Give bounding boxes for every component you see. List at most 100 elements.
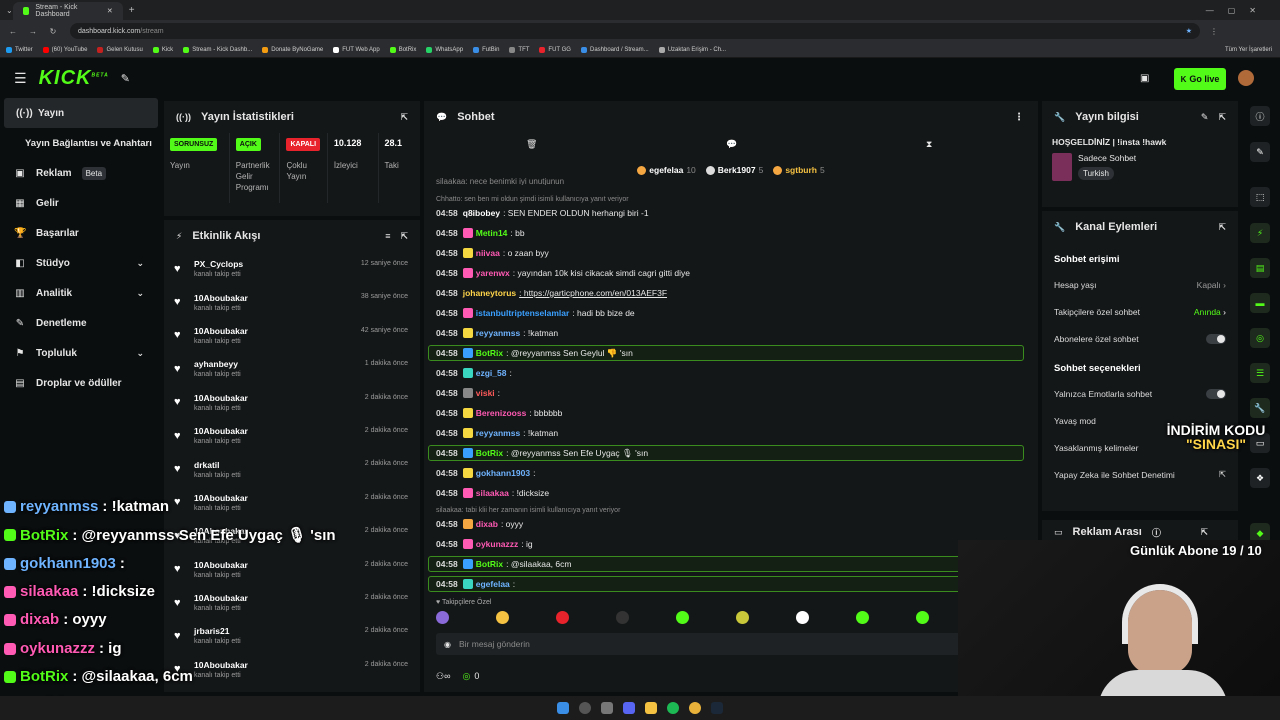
menu-icon[interactable]: ☰: [14, 70, 27, 87]
camera-icon[interactable]: ▣: [1140, 73, 1149, 84]
sidebar-item-4[interactable]: 🏆 Başarılar: [0, 218, 160, 248]
bookmark-item[interactable]: Twitter: [6, 46, 33, 53]
emote-only-toggle[interactable]: [1206, 388, 1226, 399]
all-bookmarks[interactable]: Tüm Yer İşaretleri: [1225, 47, 1272, 53]
bookmark-item[interactable]: FutBin: [473, 46, 499, 53]
chat-message[interactable]: 04:58 BotRix: @reyyanmss Sen Efe Uygaç 🎙 …: [428, 445, 1024, 461]
chat-username[interactable]: reyyanmss: [476, 428, 520, 438]
go-live-button[interactable]: K Go live: [1174, 68, 1226, 90]
chat-username[interactable]: niivaa: [476, 248, 500, 258]
chat-username[interactable]: yarenwx: [476, 268, 510, 278]
emote-icon[interactable]: [616, 611, 629, 624]
chat-message[interactable]: 04:58 silaakaa: !dicksize: [436, 485, 549, 501]
emote-only-row[interactable]: Yalnızca Emotlarla sohbet: [1042, 380, 1238, 407]
chat-username[interactable]: istanbultriptenselamlar: [476, 308, 570, 318]
chat-message[interactable]: 04:58 Metin14: bb: [436, 225, 525, 241]
chat-message[interactable]: 04:58 dixab: oyyy: [436, 516, 523, 532]
bookmark-item[interactable]: Dashboard / Stream...: [580, 46, 649, 53]
chevron-down-icon[interactable]: ⌄: [136, 288, 144, 299]
chat-message[interactable]: 04:58 q8ibobey: SEN ENDER OLDUN herhangi …: [436, 205, 649, 221]
tab-search-icon[interactable]: ⌄: [6, 6, 13, 15]
more-options-icon[interactable]: ⋮: [1014, 112, 1024, 123]
pin-icon[interactable]: ✎: [121, 72, 130, 85]
document-icon[interactable]: ▤: [1250, 258, 1270, 278]
bookmark-item[interactable]: BotRix: [389, 46, 416, 53]
bolt-icon[interactable]: ⚡: [1250, 223, 1270, 243]
top-chatter[interactable]: sgtburh 5: [773, 165, 825, 175]
emote-icon[interactable]: [436, 611, 449, 624]
hourglass-icon[interactable]: ⧗: [926, 139, 932, 150]
subscribers-only-toggle[interactable]: [1206, 333, 1226, 344]
steam-icon[interactable]: [711, 702, 723, 714]
kick-logo[interactable]: KICKBETA: [39, 67, 109, 90]
sidebar-item-9[interactable]: ▤ Droplar ve ödüller: [0, 368, 160, 398]
list-icon[interactable]: ☰: [1250, 363, 1270, 383]
chat-message[interactable]: 04:58 reyyanmss: !katman: [436, 425, 558, 441]
chat-message[interactable]: 04:58 istanbultriptenselamlar: hadi bb bi…: [436, 305, 635, 321]
sidebar-item-1[interactable]: Yayın Bağlantısı ve Anahtarı: [0, 128, 160, 158]
url-field[interactable]: dashboard.kick.com/stream ★: [70, 23, 1200, 39]
popout-icon[interactable]: ⇱: [1200, 527, 1208, 538]
search-icon[interactable]: [579, 702, 591, 714]
chat-message[interactable]: 04:58 egefelaa:: [428, 576, 1024, 592]
chat-message[interactable]: 04:58 gokhann1903:: [436, 465, 535, 481]
chat-icon[interactable]: ▬: [1250, 293, 1270, 313]
emote-icon[interactable]: [736, 611, 749, 624]
bookmark-star-icon[interactable]: ★: [1186, 27, 1192, 35]
chat-message[interactable]: 04:58 reyyanmss: !katman: [436, 325, 558, 341]
chat-message[interactable]: 04:58 johaneytorus: https://garticphone.c…: [436, 285, 667, 301]
folder-icon[interactable]: [645, 702, 657, 714]
chat-message[interactable]: 04:58 oykunazzz: ig: [436, 536, 533, 552]
edit-icon[interactable]: ✎: [1201, 112, 1209, 123]
sidebar-item-8[interactable]: ⚑ Topluluk ⌄: [0, 338, 160, 368]
bookmark-item[interactable]: Gelen Kutusu: [97, 46, 143, 53]
activity-username[interactable]: 10Aboubakar: [194, 293, 248, 303]
emote-icon[interactable]: ❖: [1250, 468, 1270, 488]
top-chatter[interactable]: egefelaa 10: [637, 165, 696, 175]
start-icon[interactable]: [557, 702, 569, 714]
avatar[interactable]: [1238, 70, 1254, 86]
chat-username[interactable]: dixab: [476, 519, 498, 529]
forward-icon[interactable]: →: [26, 27, 40, 36]
category-name[interactable]: Sadece Sohbet: [1078, 153, 1136, 163]
activity-username[interactable]: 10Aboubakar: [194, 560, 248, 570]
bookmark-item[interactable]: Donate ByNoGame: [262, 46, 323, 53]
emote-icon[interactable]: [856, 611, 869, 624]
activity-username[interactable]: jrbaris21: [194, 626, 241, 636]
activity-username[interactable]: drkatil: [194, 460, 241, 470]
chat-message[interactable]: 04:58 ezgi_58:: [436, 365, 512, 381]
chat-username[interactable]: johaneytorus: [463, 288, 516, 298]
info-icon[interactable]: ⓘ: [1250, 106, 1270, 126]
chrome-icon[interactable]: [689, 702, 701, 714]
task-view-icon[interactable]: [601, 702, 613, 714]
back-icon[interactable]: ←: [6, 27, 20, 36]
bookmark-item[interactable]: TFT: [509, 46, 529, 53]
users-icon[interactable]: ⚇∞: [436, 671, 450, 682]
close-tab-icon[interactable]: ✕: [107, 7, 113, 15]
subscribers-only-chat-row[interactable]: Abonelere özel sohbet: [1042, 325, 1238, 352]
popout-icon[interactable]: ⇱: [400, 231, 408, 242]
emote-icon[interactable]: [676, 611, 689, 624]
chat-message[interactable]: 04:58 BotRix: @silaakaa, 6cm: [428, 556, 1024, 572]
filter-icon[interactable]: ≡: [385, 231, 390, 241]
sidebar-item-6[interactable]: ▥ Analitik ⌄: [0, 278, 160, 308]
layers-icon[interactable]: ⬚: [1250, 187, 1270, 207]
activity-username[interactable]: 10Aboubakar: [194, 393, 248, 403]
chat-username[interactable]: BotRix: [476, 559, 503, 569]
chat-username[interactable]: silaakaa: [476, 488, 509, 498]
chevron-down-icon[interactable]: ⌄: [136, 258, 144, 269]
popout-icon[interactable]: ⇱: [1218, 112, 1226, 123]
discord-icon[interactable]: [623, 702, 635, 714]
wrench-icon[interactable]: 🔧: [1250, 398, 1270, 418]
info-icon[interactable]: ⓘ: [1152, 526, 1161, 539]
chevron-down-icon[interactable]: ⌄: [136, 348, 144, 359]
sidebar-item-7[interactable]: ✎ Denetleme: [0, 308, 160, 338]
activity-username[interactable]: 10Aboubakar: [194, 326, 248, 336]
activity-username[interactable]: ayhanbeyy: [194, 359, 241, 369]
chat-username[interactable]: viski: [476, 388, 495, 398]
chat-username[interactable]: BotRix: [476, 448, 503, 458]
chat-username[interactable]: gokhann1903: [476, 468, 530, 478]
bookmark-item[interactable]: Stream - Kick Dashb...: [183, 46, 252, 53]
bookmark-item[interactable]: FUT Web App: [333, 46, 380, 53]
top-chatter[interactable]: Berk1907 5: [705, 165, 763, 175]
